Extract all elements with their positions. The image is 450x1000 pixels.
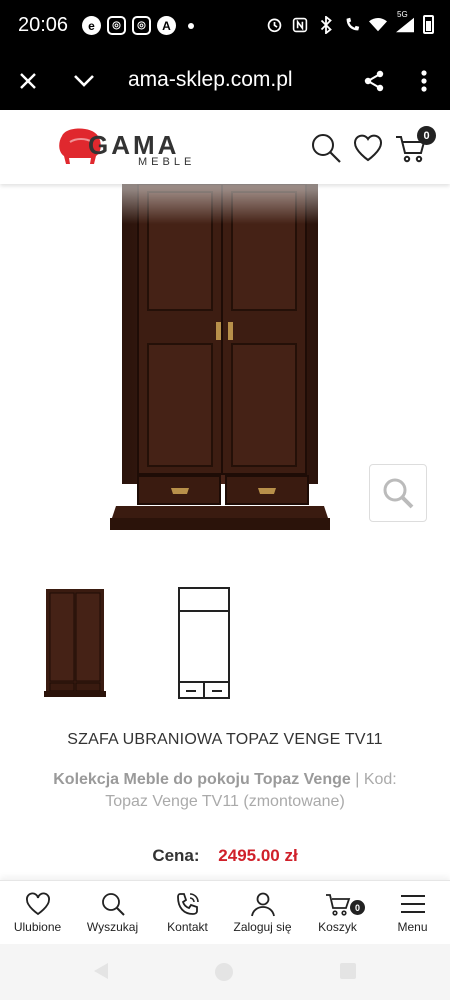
cart-icon: [325, 894, 350, 916]
system-home-button[interactable]: [214, 962, 234, 987]
site-header: GAMA MEBLE: [0, 110, 450, 184]
header-search-button[interactable]: [310, 132, 342, 164]
nav-cart-badge: 0: [350, 900, 365, 915]
status-bar: 20:06 e ◎ ◎ A 5G: [0, 0, 450, 52]
more-vert-icon: [421, 70, 427, 92]
zoom-button[interactable]: [369, 464, 427, 522]
instagram-icon: ◎: [107, 16, 126, 35]
wifi-icon: [369, 16, 387, 34]
nav-favorites[interactable]: Ulubione: [0, 881, 75, 944]
separator: |: [355, 771, 360, 788]
nav-cart[interactable]: 0 Koszyk: [300, 881, 375, 944]
product-title: SZAFA UBRANIOWA TOPAZ VENGE TV11: [67, 731, 383, 748]
share-button[interactable]: [358, 65, 390, 97]
user-icon: [250, 892, 275, 917]
system-icons: 5G: [265, 10, 434, 34]
code-value: Topaz Venge TV11 (zmontowane): [105, 793, 345, 810]
phone-icon: [176, 893, 199, 915]
nav-contact[interactable]: Kontakt: [150, 881, 225, 944]
close-icon: [20, 73, 36, 89]
wardrobe-schematic: [178, 587, 230, 699]
chevron-down-icon: [74, 75, 94, 87]
nav-menu[interactable]: Menu: [375, 881, 450, 944]
product-main-image[interactable]: [110, 183, 330, 534]
overflow-menu-button[interactable]: [408, 65, 440, 97]
signal-5g-icon: 5G: [395, 10, 415, 34]
notification-icons: e ◎ ◎ A: [82, 16, 194, 35]
heart-icon: [354, 134, 382, 162]
recents-square-icon: [340, 963, 356, 979]
system-recents-button[interactable]: [339, 962, 357, 985]
home-circle-icon: [215, 963, 233, 981]
search-icon: [101, 893, 125, 916]
heart-icon: [25, 892, 50, 916]
wifi-calling-icon: [343, 16, 361, 34]
nfc-icon: [291, 16, 309, 34]
price-value: 2495.00 zł: [218, 846, 298, 865]
price-label: Cena:: [152, 846, 200, 865]
nav-label: Menu: [397, 920, 428, 934]
notification-app-icon: e: [82, 16, 101, 35]
url-text[interactable]: ama-sklep.com.pl: [128, 68, 293, 92]
collapse-button[interactable]: [68, 65, 100, 97]
nav-label: Kontakt: [167, 920, 208, 934]
instagram-icon: ◎: [132, 16, 151, 35]
nav-label: Wyszukaj: [86, 920, 139, 934]
share-icon: [364, 70, 384, 92]
battery-icon: [423, 15, 434, 34]
nav-login[interactable]: Zaloguj się: [225, 881, 300, 944]
notification-app-icon: A: [157, 16, 176, 35]
alarm-icon: [265, 16, 283, 34]
collection-link[interactable]: Kolekcja Meble do pokoju Topaz Venge: [53, 771, 351, 788]
back-triangle-icon: [94, 963, 108, 979]
nav-search[interactable]: Wyszukaj: [75, 881, 150, 944]
network-type: 5G: [397, 9, 408, 19]
header-favorites-button[interactable]: [352, 132, 384, 164]
search-icon: [312, 134, 341, 163]
product-collection: Kolekcja Meble do pokoju Topaz Venge | K…: [30, 769, 420, 813]
status-time: 20:06: [18, 14, 69, 36]
hamburger-icon: [400, 895, 425, 913]
close-tab-button[interactable]: [12, 65, 44, 97]
thumbnail-photo[interactable]: [22, 585, 132, 700]
browser-toolbar: ama-sklep.com.pl: [0, 52, 450, 110]
wardrobe-thumbnail: [44, 589, 106, 697]
site-logo[interactable]: GAMA MEBLE: [56, 124, 196, 170]
logo-sub-text: MEBLE: [138, 156, 196, 168]
nav-label: Koszyk: [318, 920, 357, 934]
thumbnail-drawing[interactable]: [150, 585, 260, 700]
price-row: Cena: 2495.00 zł: [0, 846, 450, 866]
header-cart-badge: 0: [417, 126, 436, 145]
system-back-button[interactable]: [92, 962, 110, 985]
nav-label: Ulubione: [13, 920, 62, 934]
code-label: Kod:: [363, 771, 397, 788]
bluetooth-icon: [317, 15, 335, 34]
system-navigation-bar: [0, 944, 450, 1000]
zoom-icon: [383, 478, 414, 509]
bottom-navigation: Ulubione Wyszukaj Kontakt Zaloguj się 0 …: [0, 880, 450, 944]
more-notifications-dot-icon: [188, 22, 194, 29]
nav-label: Zaloguj się: [233, 920, 292, 934]
wardrobe-image: [110, 183, 330, 530]
